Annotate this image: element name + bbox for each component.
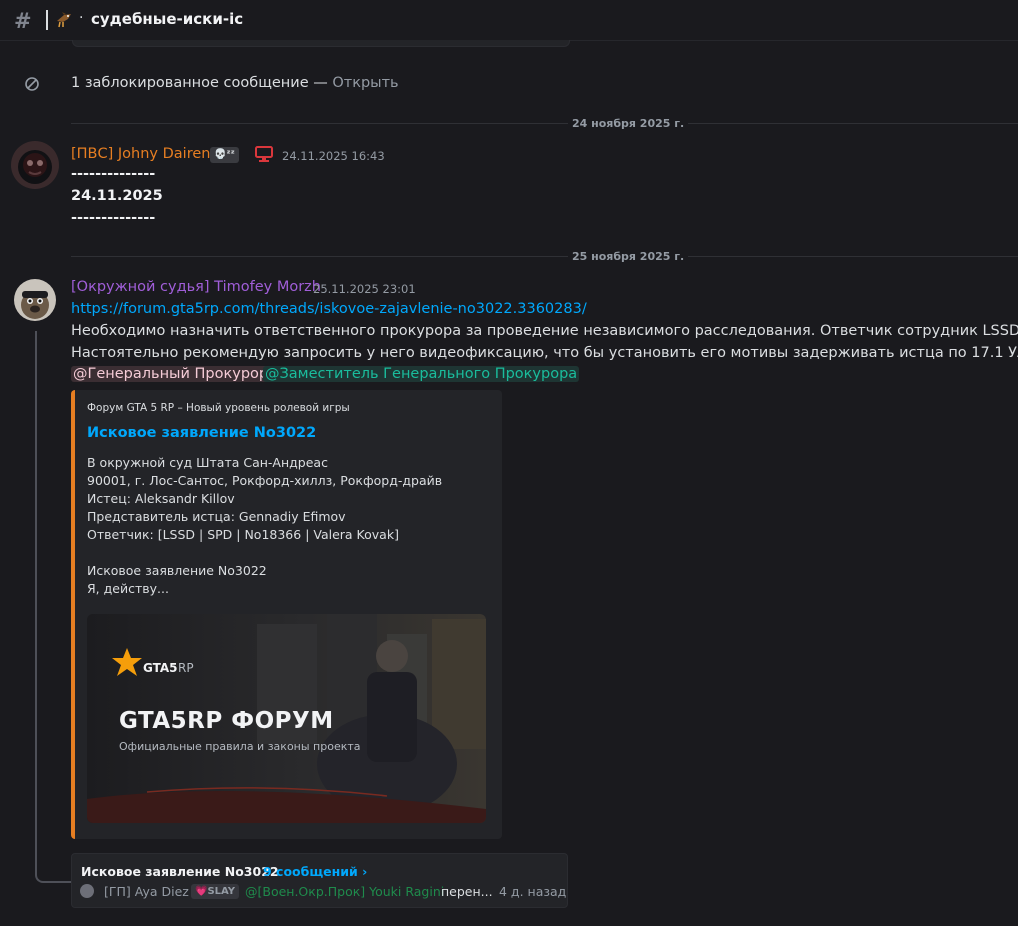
thread-author-avatar: [80, 884, 94, 898]
embed-description-line: 90001, г. Лос-Сантос, Рокфорд-хиллз, Рок…: [87, 473, 443, 488]
thread-author-badge: 💗SLAY: [191, 884, 240, 899]
embed-title[interactable]: Исковое заявление No3022: [87, 425, 316, 441]
message-author[interactable]: [Окружной судья] Timofey Morzh: [71, 279, 321, 295]
role-mention-prosecutor[interactable]: @Генеральный Прокурор: [71, 366, 271, 382]
embed-provider[interactable]: Форум GTA 5 RP – Новый уровень ролевой и…: [87, 402, 350, 414]
channel-hash-icon: #: [14, 9, 32, 33]
embed-description-line: Я, действу...: [87, 581, 169, 596]
embed-image[interactable]: GTA5 RP GTA5RP ФОРУМ Официальные правила…: [87, 614, 486, 823]
thread-last-mention: @[Воен.Окр.Прок] Youki Ragini: [245, 884, 445, 899]
message-line: --------------: [71, 166, 156, 182]
message-line: --------------: [71, 210, 156, 226]
thread-message-count[interactable]: 9 сообщений ›: [263, 864, 367, 879]
message-author[interactable]: [ПВС] Johny Dairen: [71, 146, 210, 162]
thread-connector: [35, 331, 71, 883]
message-timestamp: 24.11.2025 16:43: [282, 149, 385, 163]
embed-description-line: Ответчик: [LSSD | SPD | No18366 | Valera…: [87, 527, 399, 542]
date-divider-label: 24 ноября 2025 г.: [568, 117, 689, 130]
blocked-messages-notice: 1 заблокированное сообщение — Открыть: [71, 75, 399, 91]
header-separator: [46, 10, 48, 30]
monitor-icon: [255, 146, 273, 162]
date-divider-line: [71, 256, 1018, 257]
embed-image-logo: GTA5: [143, 661, 178, 675]
bird-emoji-icon: [55, 11, 73, 29]
embed-description-line: В окружной суд Штата Сан-Андреас: [87, 455, 328, 470]
thread-preview[interactable]: [71, 853, 568, 908]
role-mention-deputy-prosecutor[interactable]: @Заместитель Генерального Прокурора: [263, 366, 580, 382]
avatar[interactable]: [14, 279, 56, 321]
date-divider-label: 25 ноября 2025 г.: [568, 250, 689, 263]
embed-image-subtitle: Официальные правила и законы проекта: [119, 740, 361, 753]
thread-title[interactable]: Исковое заявление No3022: [81, 864, 279, 879]
forum-link[interactable]: https://forum.gta5rp.com/threads/iskovoe…: [71, 301, 587, 317]
embed-description-line: Истец: Aleksandr Killov: [87, 491, 235, 506]
embed-image-logo-suffix: RP: [178, 661, 194, 675]
thread-last-message: перен...: [441, 884, 493, 899]
blocked-messages-text: 1 заблокированное сообщение —: [71, 75, 333, 91]
avatar[interactable]: [11, 141, 59, 189]
message-line: 24.11.2025: [71, 188, 163, 204]
user-badge: 💀ᶻᶻ: [210, 147, 239, 163]
message-body-line: Необходимо назначить ответственного прок…: [71, 323, 1018, 339]
embed-description-line: Исковое заявление No3022: [87, 563, 267, 578]
message-body-line: Настоятельно рекомендую запросить у него…: [71, 345, 1018, 361]
open-blocked-link[interactable]: Открыть: [332, 75, 398, 91]
message-timestamp: 25.11.2025 23:01: [313, 282, 416, 296]
blocked-icon: [25, 76, 39, 91]
embed-description-line: Представитель истца: Gennadiy Efimov: [87, 509, 346, 524]
thread-last-author: [ГП] Aya Diez: [104, 884, 189, 899]
previous-embed-stub: [72, 40, 570, 47]
date-divider-line: [71, 123, 1018, 124]
embed-image-headline: GTA5RP ФОРУМ: [119, 708, 334, 734]
thread-last-time: 4 д. назад: [499, 884, 567, 899]
channel-name[interactable]: судебные-иски-ic: [91, 10, 243, 28]
channel-dot: ·: [79, 10, 84, 26]
